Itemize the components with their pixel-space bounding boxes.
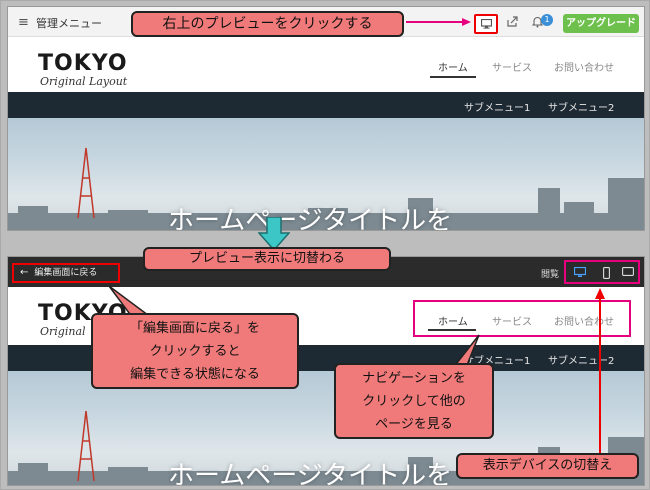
- callout-navigation: ナビゲーションを クリックして他の ページを見る: [334, 363, 494, 439]
- callout-line: 編集できる状態になる: [130, 367, 260, 382]
- callout-device-switch: 表示デバイスの切替え: [456, 453, 639, 479]
- callout-click-preview: 右上のプレビューをクリックする: [131, 11, 404, 37]
- callout-line: 「編集画面に戻る」を: [129, 321, 260, 336]
- callout-line: クリックして他の: [362, 394, 466, 409]
- transition-arrow-icon: [258, 217, 290, 251]
- tutorial-figure: ≡ 管理メニュー 1 アップグレード TOKYO Original Layout…: [0, 0, 650, 490]
- callout-line: クリックすると: [149, 344, 241, 359]
- callout-line: ナビゲーションを: [362, 371, 466, 386]
- annotation-arrows: [108, 18, 605, 457]
- callout-line: ページを見る: [375, 417, 453, 432]
- callout-back-to-editor: 「編集画面に戻る」を クリックすると 編集できる状態になる: [91, 313, 299, 389]
- callout-switch-preview: プレビュー表示に切替わる: [143, 247, 391, 271]
